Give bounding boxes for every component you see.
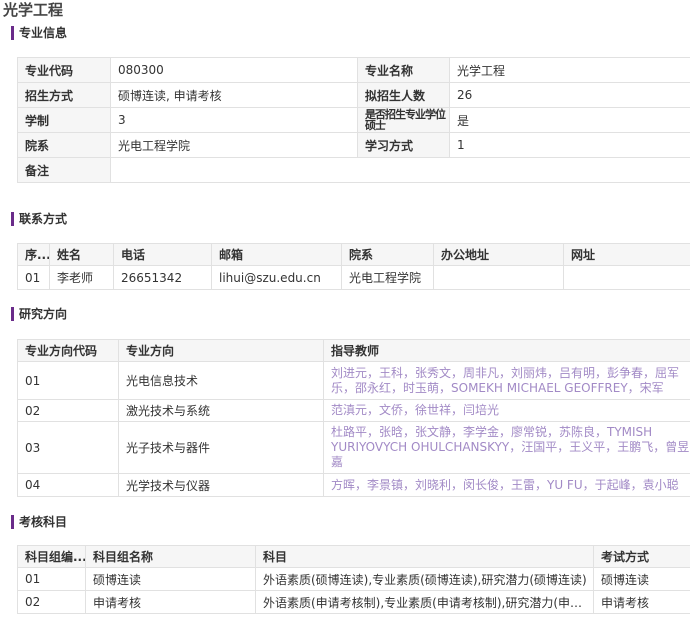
section-heading-research: 研究方向 — [11, 307, 67, 321]
degree-value: 是 — [449, 107, 690, 133]
exam-subjects: 外语素质(硕博连读),专业素质(硕博连读),研究潜力(硕博连读) — [255, 567, 594, 591]
exam-code: 02 — [17, 590, 86, 614]
table-row: 04 光学技术与仪器 方晖，李景镇，刘晓利，闵长俊，王雷，YU FU，于起峰，袁… — [17, 473, 690, 497]
exam-header-name: 科目组名称 — [85, 545, 256, 568]
name-value: 光学工程 — [449, 57, 690, 83]
exam-code: 01 — [17, 567, 86, 591]
contact-name: 李老师 — [49, 265, 114, 290]
exam-name: 硕博连读 — [85, 567, 256, 591]
years-label: 学制 — [17, 107, 111, 133]
exam-method: 硕博连读 — [593, 567, 690, 591]
exam-header-method: 考试方式 — [593, 545, 690, 568]
years-value: 3 — [110, 107, 358, 133]
table-row: 02 申请考核 外语素质(申请考核制),专业素质(申请考核制),研究潜力(申请.… — [17, 590, 690, 614]
info-table: 专业代码 080300 专业名称 光学工程 招生方式 硕博连读, 申请考核 拟招… — [17, 57, 690, 183]
research-teachers[interactable]: 杜路平，张晗，张文静，李学金，廖常锐，苏陈良，TYMISH YURIYOVYCH… — [323, 421, 690, 474]
research-header-teachers: 指导教师 — [323, 339, 690, 362]
exam-subjects: 外语素质(申请考核制),专业素质(申请考核制),研究潜力(申请... — [255, 590, 594, 614]
mode-label: 招生方式 — [17, 82, 111, 108]
table-row: 02 激光技术与系统 范滇元，文侨，徐世祥，闫培光 — [17, 399, 690, 422]
research-code: 03 — [17, 421, 119, 474]
research-code: 04 — [17, 473, 119, 497]
contact-office — [433, 265, 564, 290]
contact-phone: 26651342 — [113, 265, 212, 290]
contact-header-dept: 院系 — [341, 243, 434, 266]
contact-header-name: 姓名 — [49, 243, 114, 266]
page-title: 光学工程 — [3, 1, 64, 19]
contact-header-phone: 电话 — [113, 243, 212, 266]
code-label: 专业代码 — [17, 57, 111, 83]
contact-url — [563, 265, 690, 290]
research-teachers[interactable]: 范滇元，文侨，徐世祥，闫培光 — [323, 399, 690, 422]
contact-header-no: 序... — [17, 243, 50, 266]
section-heading-contact: 联系方式 — [11, 212, 67, 226]
research-teachers[interactable]: 方晖，李景镇，刘晓利，闵长俊，王雷，YU FU，于起峰，袁小聪 — [323, 473, 690, 497]
research-dir: 光子技术与器件 — [118, 421, 324, 474]
contact-table: 序... 姓名 电话 邮箱 院系 办公地址 网址 01 李老师 26651342… — [17, 243, 690, 290]
section-heading-info: 专业信息 — [11, 26, 67, 40]
degree-label: 是否招生专业学位硕士 — [357, 107, 450, 133]
research-code: 01 — [17, 361, 119, 400]
research-code: 02 — [17, 399, 119, 422]
table-row: 03 光子技术与器件 杜路平，张晗，张文静，李学金，廖常锐，苏陈良，TYMISH… — [17, 421, 690, 474]
research-dir: 激光技术与系统 — [118, 399, 324, 422]
exam-method: 申请考核 — [593, 590, 690, 614]
exam-header-subjects: 科目 — [255, 545, 594, 568]
research-dir: 光电信息技术 — [118, 361, 324, 400]
note-label: 备注 — [17, 157, 111, 183]
research-teachers[interactable]: 刘进元，王科，张秀文，周非凡，刘丽炜，吕有明，彭争春，屈军乐，邵永红，时玉萌，S… — [323, 361, 690, 400]
research-header-code: 专业方向代码 — [17, 339, 119, 362]
dept-value: 光电工程学院 — [110, 132, 358, 158]
research-header-dir: 专业方向 — [118, 339, 324, 362]
table-row: 01 光电信息技术 刘进元，王科，张秀文，周非凡，刘丽炜，吕有明，彭争春，屈军乐… — [17, 361, 690, 400]
code-value: 080300 — [110, 57, 358, 83]
exam-name: 申请考核 — [85, 590, 256, 614]
study-label: 学习方式 — [357, 132, 450, 158]
quota-value: 26 — [449, 82, 690, 108]
table-row: 01 硕博连读 外语素质(硕博连读),专业素质(硕博连读),研究潜力(硕博连读)… — [17, 567, 690, 591]
dept-label: 院系 — [17, 132, 111, 158]
quota-label: 拟招生人数 — [357, 82, 450, 108]
exam-header-code: 科目组编... — [17, 545, 86, 568]
exam-table: 科目组编... 科目组名称 科目 考试方式 01 硕博连读 外语素质(硕博连读)… — [17, 545, 690, 614]
contact-no: 01 — [17, 265, 50, 290]
contact-header-office: 办公地址 — [433, 243, 564, 266]
research-table: 专业方向代码 专业方向 指导教师 01 光电信息技术 刘进元，王科，张秀文，周非… — [17, 339, 690, 497]
contact-email: lihui@szu.edu.cn — [211, 265, 342, 290]
study-value: 1 — [449, 132, 690, 158]
table-row: 01 李老师 26651342 lihui@szu.edu.cn 光电工程学院 — [17, 265, 690, 290]
mode-value: 硕博连读, 申请考核 — [110, 82, 358, 108]
name-label: 专业名称 — [357, 57, 450, 83]
research-dir: 光学技术与仪器 — [118, 473, 324, 497]
contact-header-email: 邮箱 — [211, 243, 342, 266]
contact-dept: 光电工程学院 — [341, 265, 434, 290]
contact-header-url: 网址 — [563, 243, 690, 266]
note-value — [110, 157, 690, 183]
section-heading-exam: 考核科目 — [11, 515, 67, 529]
